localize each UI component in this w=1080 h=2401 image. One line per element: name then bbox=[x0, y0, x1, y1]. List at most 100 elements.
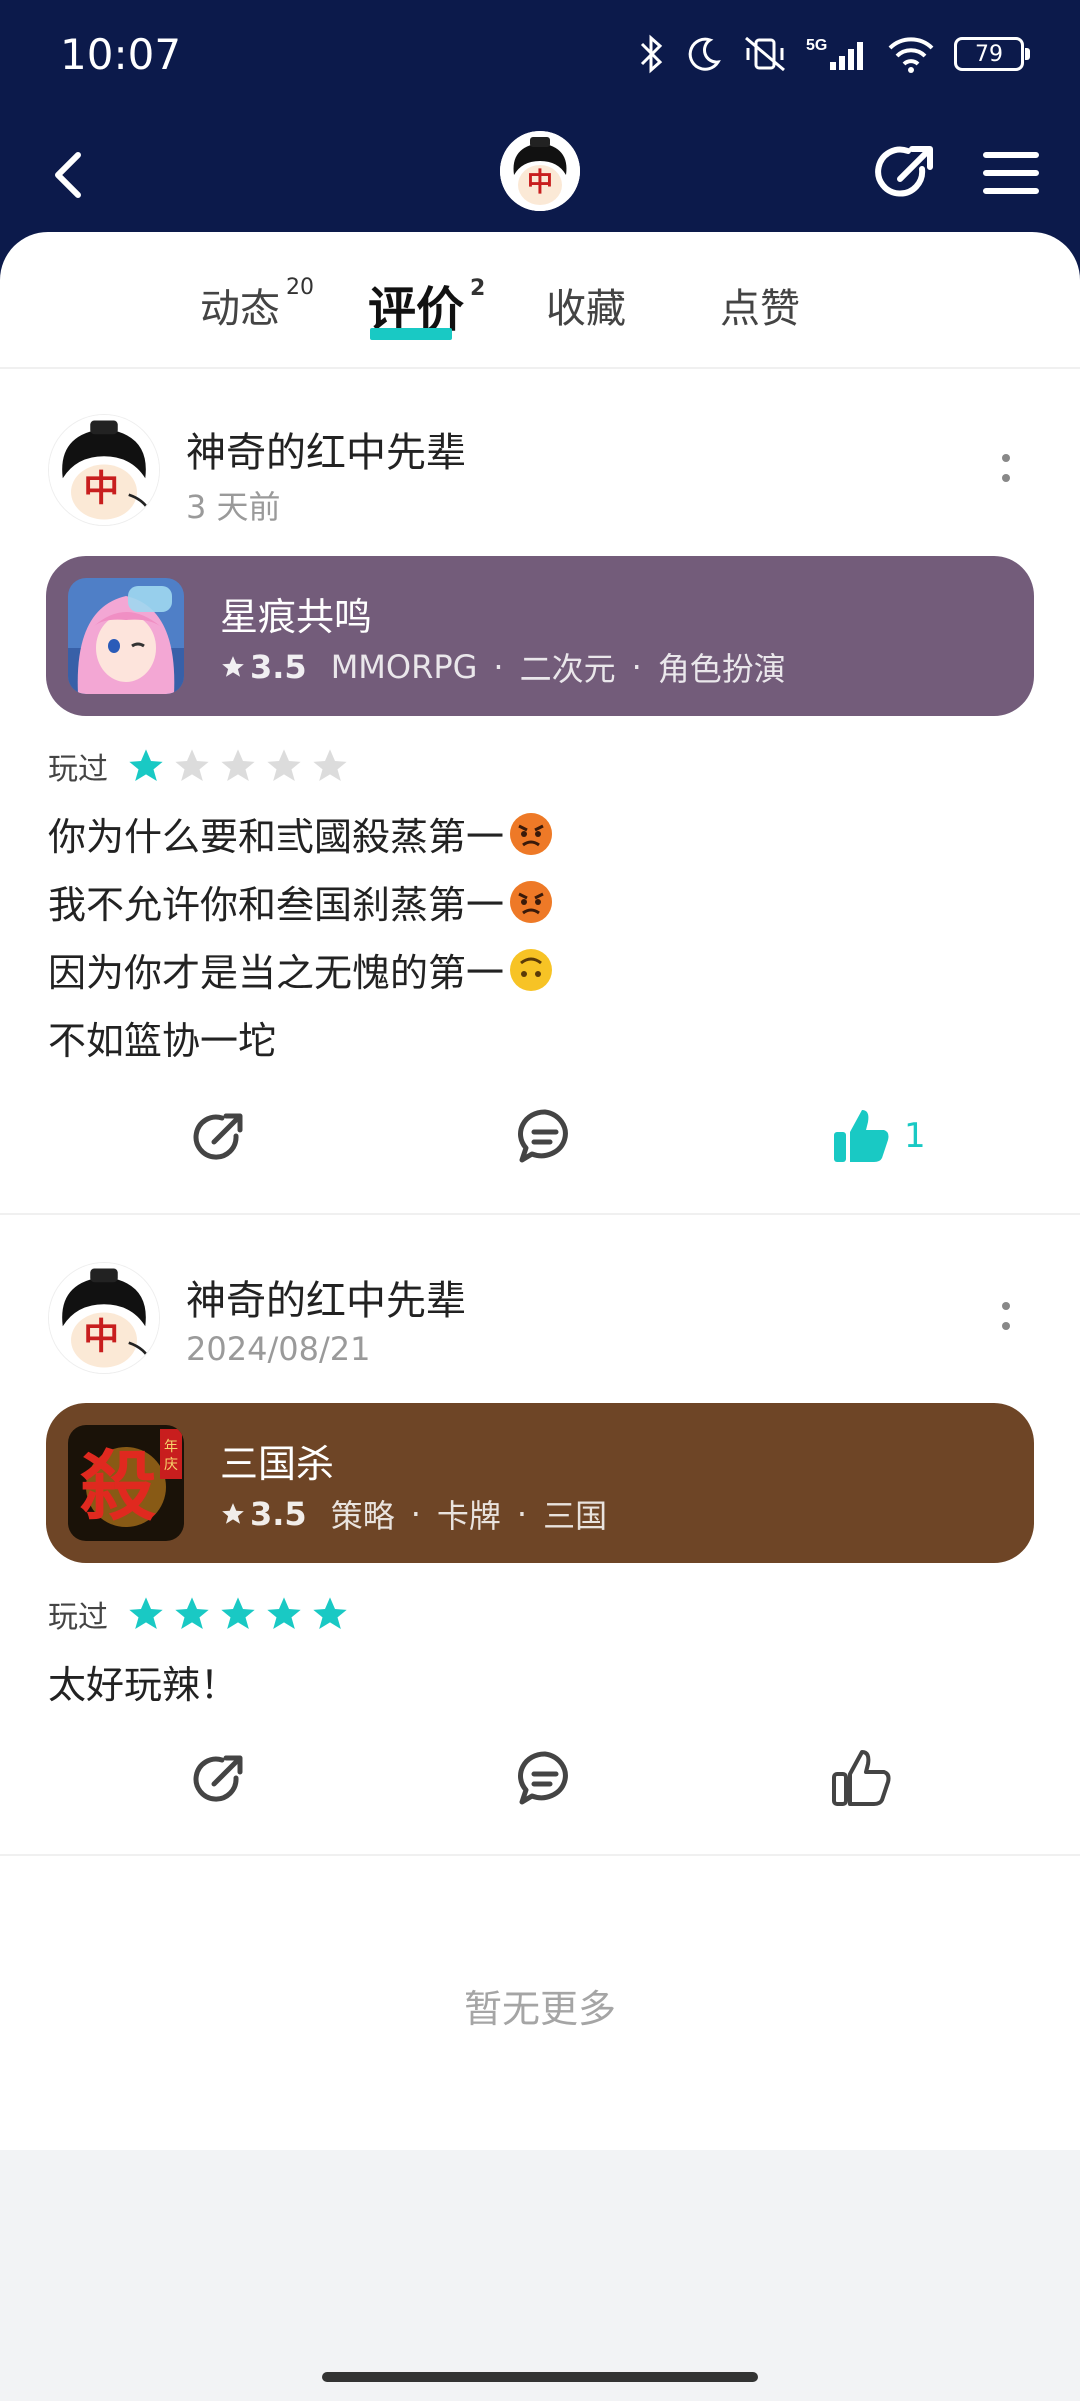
tag-separator: · bbox=[493, 648, 504, 686]
star-empty-icon bbox=[313, 749, 347, 781]
svg-text:庆: 庆 bbox=[164, 1457, 178, 1473]
top-nav-bar: 中 bbox=[0, 125, 1080, 225]
tab-bar: 动态 20 评价 2 收藏 点赞 bbox=[0, 232, 1080, 367]
star-empty-icon bbox=[221, 749, 255, 781]
status-time: 10:07 bbox=[60, 30, 182, 79]
no-more-text: 暂无更多 bbox=[463, 1987, 616, 2031]
tab-activity[interactable]: 动态 20 bbox=[200, 274, 314, 334]
tabs-divider bbox=[0, 367, 1080, 369]
active-tab-indicator bbox=[370, 328, 452, 340]
star-filled-icon bbox=[221, 1597, 255, 1629]
avatar[interactable]: 中 bbox=[48, 414, 160, 526]
review-text-line: 你为什么要和弎國殺蒸第一 bbox=[48, 806, 554, 861]
comment-icon[interactable] bbox=[510, 1744, 580, 1814]
more-options-icon[interactable] bbox=[996, 1296, 1016, 1336]
game-tag: 二次元 bbox=[519, 650, 616, 688]
svg-text:年: 年 bbox=[164, 1439, 178, 1455]
rating-stars bbox=[126, 1594, 350, 1634]
review-text-line: 不如篮协一坨 bbox=[48, 1010, 276, 1065]
thumbs-up-icon[interactable] bbox=[826, 1744, 896, 1814]
tab-activity-label: 动态 bbox=[200, 286, 280, 332]
star-filled-icon bbox=[313, 1597, 347, 1629]
star-empty-icon bbox=[267, 749, 301, 781]
game-icon bbox=[68, 578, 184, 694]
content-panel: 动态 20 评价 2 收藏 点赞 bbox=[0, 232, 1080, 2150]
avatar[interactable]: 中 bbox=[48, 1262, 160, 1374]
review-divider bbox=[0, 1854, 1080, 1856]
share-icon[interactable] bbox=[184, 1744, 254, 1814]
username[interactable]: 神奇的红中先辈 bbox=[186, 1268, 466, 1326]
game-art-image: 殺 年 庆 bbox=[68, 1425, 184, 1541]
review-date: 3 天前 bbox=[186, 488, 281, 526]
avatar-image: 中 bbox=[49, 415, 159, 525]
angry-emoji-icon bbox=[510, 880, 553, 923]
game-tag: 角色扮演 bbox=[657, 650, 786, 688]
comment-icon[interactable] bbox=[510, 1102, 580, 1172]
review-text: 你为什么要和弎國殺蒸第一 bbox=[48, 815, 505, 859]
star-filled-icon bbox=[129, 749, 163, 781]
status-bar: 10:07 5G 79 bbox=[0, 0, 1080, 120]
game-meta: 3.5 策略 · 卡牌 · 三国 bbox=[220, 1491, 607, 1537]
tab-likes[interactable]: 点赞 bbox=[720, 276, 800, 334]
game-name: 三国杀 bbox=[220, 1442, 335, 1486]
game-art-image bbox=[68, 578, 184, 694]
menu-icon[interactable] bbox=[978, 143, 1044, 203]
review-text: 因为你才是当之无愧的第一 bbox=[48, 951, 505, 995]
review-text-line: 因为你才是当之无愧的第一 bbox=[48, 942, 554, 997]
share-icon[interactable] bbox=[184, 1102, 254, 1172]
game-score: 3.5 bbox=[250, 1495, 307, 1533]
game-tag: MMORPG bbox=[330, 648, 478, 686]
review-date: 2024/08/21 bbox=[186, 1330, 371, 1368]
share-icon[interactable] bbox=[872, 139, 940, 207]
battery-icon: 79 bbox=[954, 37, 1030, 71]
angry-emoji-icon bbox=[510, 812, 553, 855]
tab-likes-label: 点赞 bbox=[720, 286, 800, 332]
thumbs-up-filled-icon[interactable] bbox=[826, 1102, 896, 1172]
star-filled-icon bbox=[267, 1597, 301, 1629]
status-icons: 5G 79 bbox=[636, 34, 1030, 74]
game-tag: 策略 bbox=[330, 1497, 395, 1535]
tag-separator: · bbox=[410, 1495, 421, 1533]
tab-activity-count: 20 bbox=[286, 274, 314, 300]
game-tag: 三国 bbox=[543, 1497, 608, 1535]
review-text-line: 我不允许你和叁国刹蒸第一 bbox=[48, 874, 554, 929]
star-filled-icon bbox=[175, 1597, 209, 1629]
home-indicator[interactable] bbox=[322, 2372, 758, 2382]
game-score: 3.5 bbox=[250, 648, 307, 686]
played-label: 玩过 bbox=[48, 752, 108, 787]
tab-favorites-label: 收藏 bbox=[546, 286, 626, 332]
game-name: 星痕共鸣 bbox=[220, 595, 373, 639]
star-filled-icon bbox=[129, 1597, 163, 1629]
rating-stars bbox=[126, 746, 350, 786]
bluetooth-icon bbox=[640, 34, 663, 74]
tab-favorites[interactable]: 收藏 bbox=[546, 276, 626, 334]
review-actions bbox=[0, 1744, 1080, 1824]
profile-avatar[interactable]: 中 bbox=[500, 131, 580, 211]
tag-separator: · bbox=[631, 648, 642, 686]
wifi-icon bbox=[888, 37, 934, 73]
game-meta: 3.5 MMORPG · 二次元 · 角色扮演 bbox=[220, 644, 786, 690]
svg-text:5G: 5G bbox=[806, 37, 827, 54]
mute-vibrate-icon bbox=[745, 36, 785, 72]
star-icon bbox=[222, 1503, 244, 1524]
review-text-line: 太好玩辣！ bbox=[48, 1654, 238, 1709]
back-arrow-icon[interactable] bbox=[40, 143, 104, 207]
svg-text:殺: 殺 bbox=[80, 1442, 156, 1531]
review-divider bbox=[0, 1213, 1080, 1215]
star-icon bbox=[222, 656, 244, 677]
svg-text:中: 中 bbox=[527, 168, 553, 198]
played-rating: 玩过 bbox=[48, 744, 350, 788]
svg-text:中: 中 bbox=[83, 468, 119, 509]
battery-level: 79 bbox=[975, 41, 1003, 67]
more-options-icon[interactable] bbox=[996, 448, 1016, 488]
review-text: 我不允许你和叁国刹蒸第一 bbox=[48, 883, 505, 927]
game-card[interactable]: 殺 年 庆 三国杀 3.5 策略 · 卡牌 · 三国 bbox=[46, 1403, 1034, 1563]
username[interactable]: 神奇的红中先辈 bbox=[186, 420, 466, 478]
game-card[interactable]: 星痕共鸣 3.5 MMORPG · 二次元 · 角色扮演 bbox=[46, 556, 1034, 716]
game-tag: 卡牌 bbox=[436, 1497, 501, 1535]
upside-down-face-icon bbox=[510, 948, 553, 991]
signal-5g-icon: 5G bbox=[806, 37, 863, 70]
played-rating: 玩过 bbox=[48, 1592, 350, 1636]
moon-icon bbox=[688, 37, 721, 71]
game-icon: 殺 年 庆 bbox=[68, 1425, 184, 1541]
